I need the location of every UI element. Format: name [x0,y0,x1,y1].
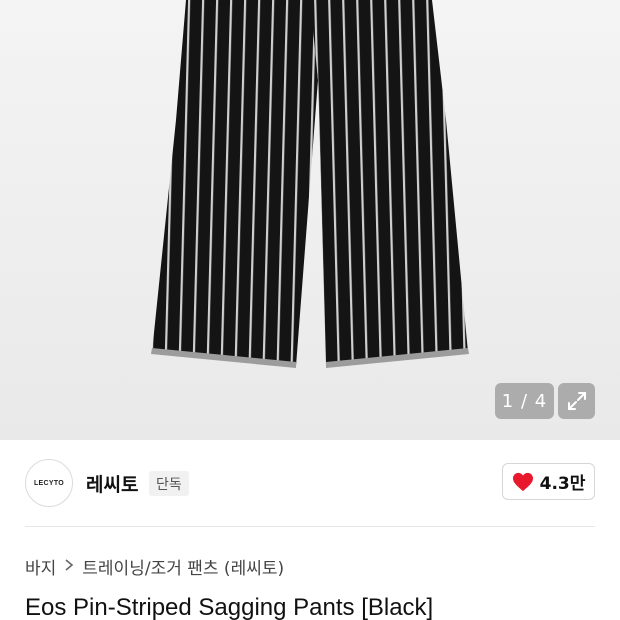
divider [25,526,595,527]
brand-row: LECYTO 레씨토 단독 4.3만 [0,440,620,527]
breadcrumb: 바지 트레이닝/조거 팬츠 (레씨토) [25,554,284,579]
breadcrumb-item-subcategory[interactable]: 트레이닝/조거 팬츠 (레씨토) [82,554,284,579]
heart-icon [512,472,533,491]
chevron-right-icon [64,558,74,576]
brand-logo[interactable]: LECYTO [25,459,73,507]
image-counter: 1 / 4 [495,383,554,419]
product-image-gallery[interactable]: 1 / 4 [0,0,620,440]
exclusive-badge: 단독 [149,471,189,496]
brand-name[interactable]: 레씨토 [86,470,138,497]
brand-logo-text: LECYTO [33,479,65,487]
like-button[interactable]: 4.3만 [502,463,595,500]
breadcrumb-item-category[interactable]: 바지 [25,554,56,579]
expand-icon [567,392,586,410]
product-title: Eos Pin-Striped Sagging Pants [Black] [25,594,434,620]
expand-button[interactable] [558,383,595,419]
like-count: 4.3만 [539,474,586,494]
product-image [151,0,469,368]
